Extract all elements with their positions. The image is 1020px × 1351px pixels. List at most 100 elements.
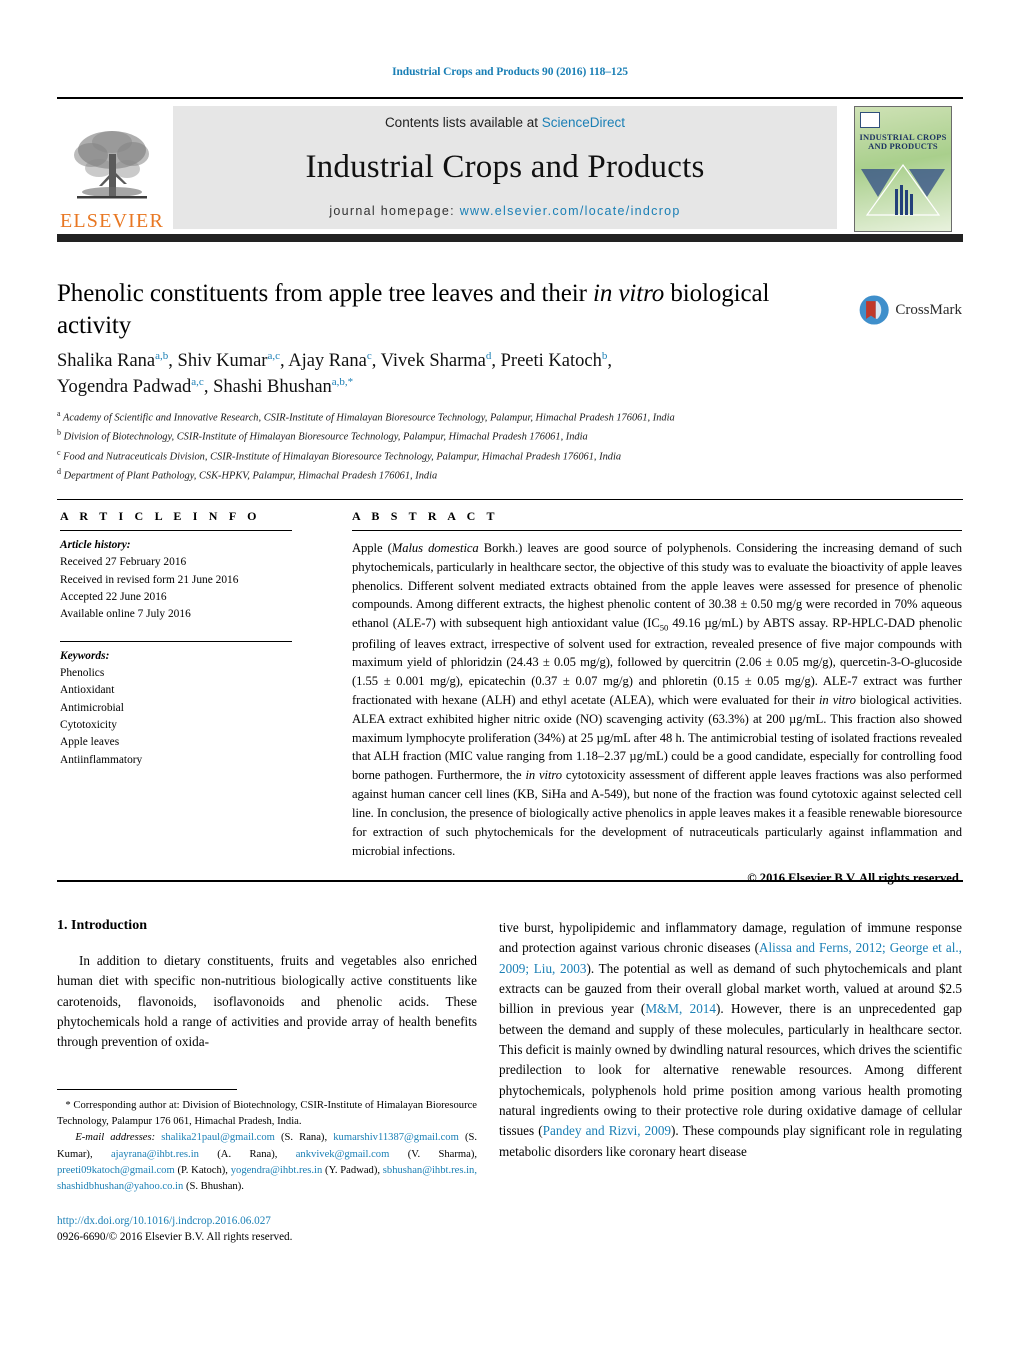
email-1[interactable]: kumarshiv11387@gmail.com [333, 1132, 459, 1143]
journal-band: Contents lists available at ScienceDirec… [173, 106, 837, 229]
title-part1: Phenolic constituents from apple tree le… [57, 280, 593, 307]
citation-pandey-rizvi[interactable]: Pandey and Rizvi, 2009 [543, 1123, 671, 1138]
keyword-1: Antioxidant [60, 684, 115, 697]
intro-r3: ). However, there is an unprecedented ga… [499, 1001, 962, 1139]
author-2: Ajay Ranac [288, 349, 372, 371]
author-affil-mark: c [366, 349, 372, 362]
affiliation-list: a Academy of Scientific and Innovative R… [57, 408, 917, 485]
contents-prefix: Contents lists available at [384, 115, 542, 130]
keyword-4: Apple leaves [60, 736, 120, 749]
crossmark-badge[interactable]: CrossMark [858, 282, 962, 338]
article-info-rule [60, 530, 292, 531]
doi-link[interactable]: http://dx.doi.org/10.1016/j.indcrop.2016… [57, 1215, 271, 1227]
citation-mm-2014[interactable]: M&M, 2014 [645, 1001, 716, 1016]
footnote-separator-rule [57, 1089, 237, 1090]
keyword-3: Cytotoxicity [60, 718, 117, 731]
email-5[interactable]: yogendra@ihbt.res.in [231, 1165, 323, 1176]
homepage-prefix: journal homepage: [329, 203, 460, 218]
elsevier-logo: ELSEVIER [57, 102, 167, 235]
article-history: Article history: Received 27 February 20… [60, 537, 320, 624]
journal-homepage-line: journal homepage: www.elsevier.com/locat… [329, 204, 680, 218]
cover-title-line2: AND PRODUCTS [868, 140, 938, 151]
journal-title: Industrial Crops and Products [305, 148, 705, 185]
abs-p1: Apple ( [352, 541, 392, 555]
keywords-rule [60, 640, 292, 642]
author-affil-mark: d [485, 349, 492, 362]
history-item-1: Received in revised form 21 June 2016 [60, 573, 239, 586]
journal-masthead: ELSEVIER Contents lists available at Sci… [57, 97, 963, 232]
abstract-body: Apple (Malus domestica Borkh.) leaves ar… [352, 539, 962, 860]
title-italic: in vitro [593, 280, 665, 307]
crossmark-icon [859, 295, 889, 325]
author-0: Shalika Ranaa,b [57, 349, 169, 371]
sciencedirect-link[interactable]: ScienceDirect [542, 115, 625, 130]
author-3: Vivek Sharmad [380, 349, 492, 371]
author-name: Shalika Rana [57, 351, 156, 371]
paper-page: Industrial Crops and Products 90 (2016) … [0, 0, 1020, 1351]
article-info-heading: A R T I C L E I N F O [60, 509, 261, 523]
email-owner-5: (Y. Padwad), [325, 1164, 380, 1176]
author-name: Ajay Rana [288, 351, 367, 371]
author-affil-mark: a,b [155, 349, 169, 362]
keywords-label: Keywords: [60, 649, 110, 662]
email-owner-3: (V. Sharma), [407, 1148, 478, 1160]
affiliation-a: a Academy of Scientific and Innovative R… [57, 408, 917, 427]
elsevier-tree-icon [74, 131, 149, 199]
page-title: Phenolic constituents from apple tree le… [57, 278, 847, 342]
keyword-5: Antiinflammatory [60, 753, 143, 766]
author-name: Vivek Sharma [380, 351, 486, 371]
contents-lists-line: Contents lists available at ScienceDirec… [385, 115, 625, 130]
corresponding-author-note: * Corresponding author at: Division of B… [57, 1098, 477, 1130]
abstract-column: Apple (Malus domestica Borkh.) leaves ar… [352, 530, 962, 886]
author-list: Shalika Ranaa,b, Shiv Kumara,c, Ajay Ran… [57, 349, 612, 398]
affiliation-mark: d [57, 466, 61, 476]
affiliation-b: b Division of Biotechnology, CSIR-Instit… [57, 427, 917, 446]
abs-invitro-2: in vitro [525, 768, 563, 783]
issn-copyright-line: 0926-6690/© 2016 Elsevier B.V. All right… [57, 1231, 293, 1243]
history-item-2: Accepted 22 June 2016 [60, 590, 167, 603]
homepage-url-link[interactable]: www.elsevier.com/locate/indcrop [460, 204, 681, 218]
introduction-heading: 1. Introduction [57, 918, 147, 933]
author-name: Preeti Katoch [500, 351, 602, 371]
email-owner-0: (S. Rana), [281, 1132, 328, 1144]
author-affil-mark: b [601, 349, 608, 362]
email-2[interactable]: ajayrana@ihbt.res.in [111, 1149, 199, 1160]
affiliation-d: d Department of Plant Pathology, CSK-HPK… [57, 466, 917, 485]
abstract-rule [352, 530, 962, 531]
journal-cover-thumbnail[interactable]: INDUSTRIAL CROPS AND PRODUCTS [843, 102, 963, 235]
email-owner-7: (S. Bhushan). [185, 1181, 244, 1193]
crossmark-label: CrossMark [895, 301, 962, 318]
affiliation-mark: a [57, 409, 61, 418]
email-0[interactable]: shalika21paul@gmail.com [161, 1132, 275, 1143]
article-info-column: Article history: Received 27 February 20… [60, 530, 320, 769]
corresponding-author-text: * Corresponding author at: Division of B… [57, 1100, 477, 1128]
keyword-0: Phenolics [60, 666, 105, 679]
introduction-paragraph-right: tive burst, hypolipidemic and inflammato… [499, 918, 962, 1162]
abs-invitro-1: in vitro [818, 693, 856, 708]
affiliation-text: Food and Nutraceuticals Division, CSIR-I… [63, 451, 622, 463]
email-4[interactable]: preeti09katoch@gmail.com [57, 1165, 175, 1176]
author-name: Yogendra Padwad [57, 377, 192, 398]
email-3[interactable]: ankvivek@gmail.com [296, 1149, 390, 1160]
email-7[interactable]: shashidbhushan@yahoo.co.in [57, 1181, 183, 1192]
abs-ic50-sub: 50 [659, 622, 669, 633]
affiliation-text: Division of Biotechnology, CSIR-Institut… [63, 431, 588, 443]
author-5: Yogendra Padwada,c [57, 376, 204, 398]
affiliation-mark: c [57, 447, 61, 457]
author-affil-mark: a,b,* [331, 376, 354, 389]
history-item-0: Received 27 February 2016 [60, 556, 187, 569]
email-6[interactable]: sbhushan@ihbt.res.in, [383, 1165, 477, 1176]
abstract-heading: A B S T R A C T [352, 509, 499, 523]
email-addresses-note: E-mail addresses: shalika21paul@gmail.co… [57, 1130, 477, 1195]
abstract-section-bottom-rule [57, 880, 963, 882]
cover-elsevier-icon [860, 111, 880, 128]
abs-species: Malus domestica [391, 541, 479, 555]
author-name: Shashi Bhushan [213, 377, 332, 398]
elsevier-wordmark: ELSEVIER [59, 210, 165, 232]
author-affil-mark: a,c [191, 376, 204, 389]
affiliation-text: Academy of Scientific and Innovative Res… [62, 412, 675, 424]
email-owner-4: (P. Katoch), [177, 1164, 228, 1176]
abstract-section-top-rule [57, 499, 963, 500]
keyword-2: Antimicrobial [60, 701, 124, 714]
introduction-paragraph-left: In addition to dietary constituents, fru… [57, 953, 477, 1050]
